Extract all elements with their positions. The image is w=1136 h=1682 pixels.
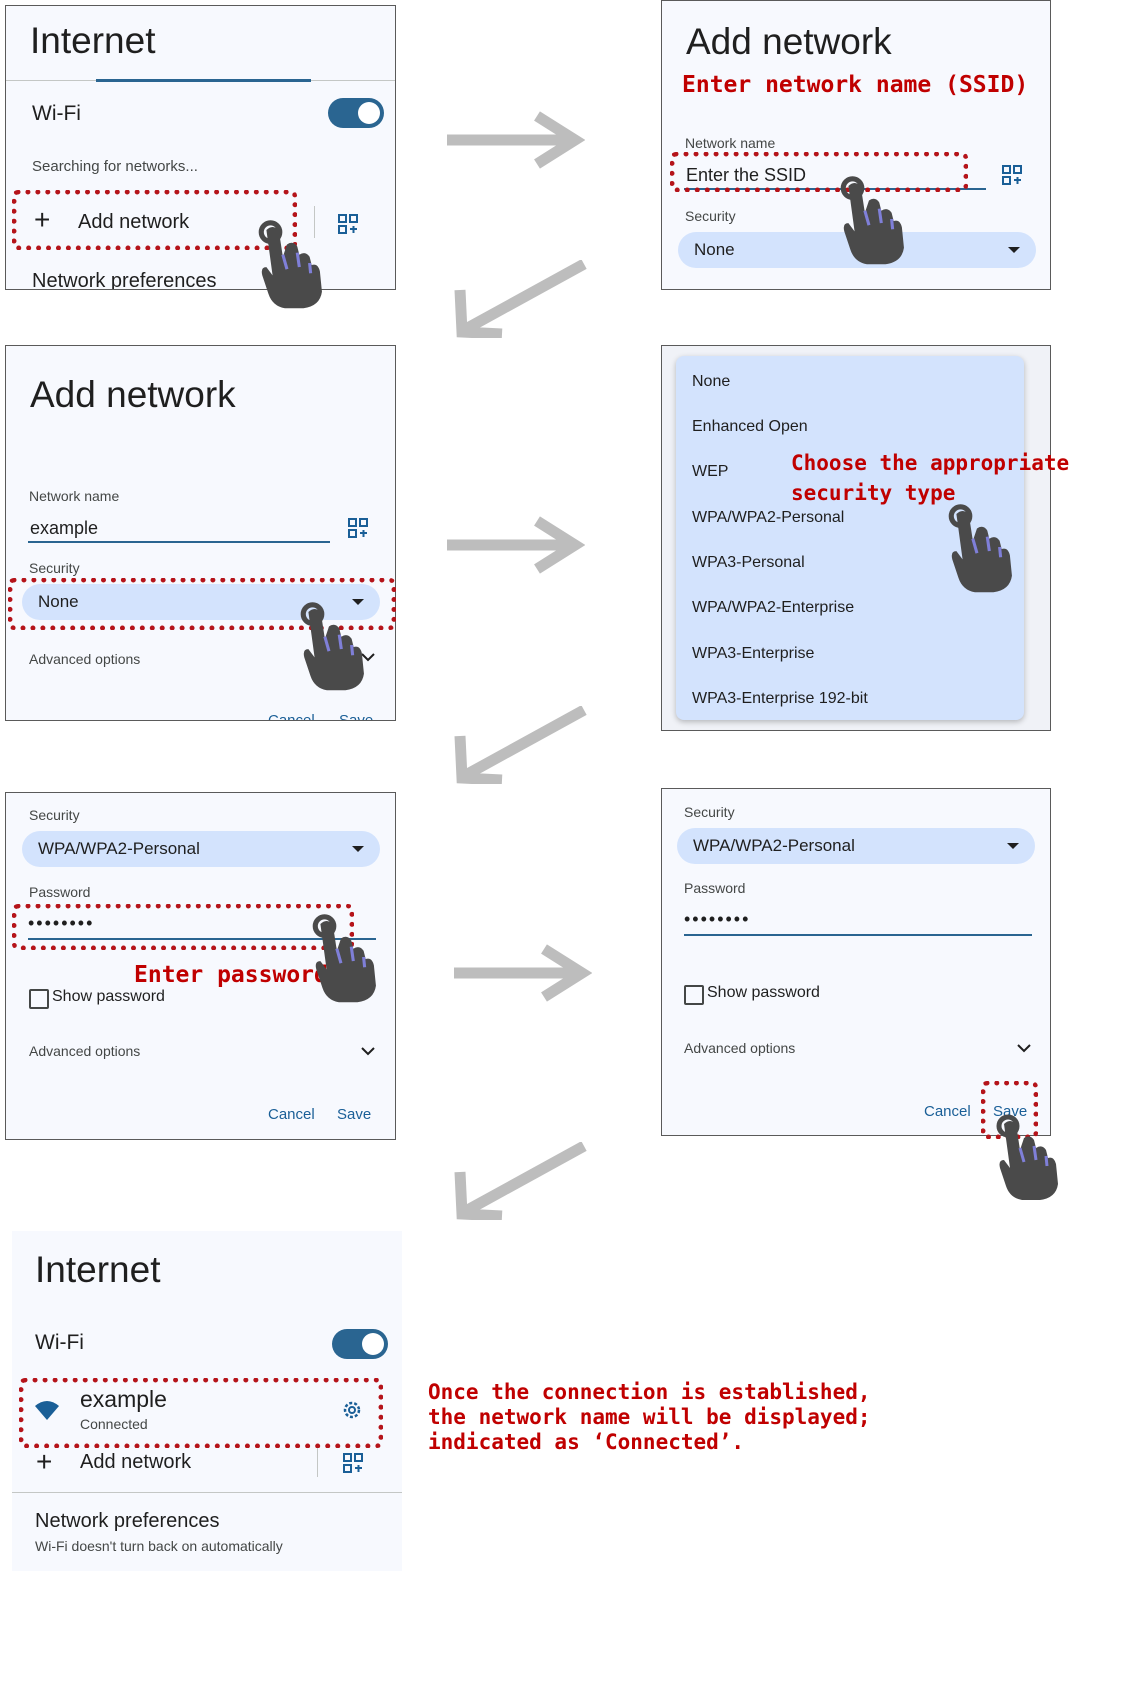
password-label: Password [29, 884, 91, 900]
instruction-security-line1: Choose the appropriate [791, 451, 1070, 475]
security-label: Security [684, 804, 735, 820]
network-name-label: Network name [685, 135, 776, 151]
menu-item-wep[interactable]: WEP [692, 463, 728, 481]
save-button[interactable]: Save [339, 712, 373, 720]
instruction-password: Enter password [134, 962, 328, 988]
network-preferences[interactable]: Network preferences [35, 1510, 220, 1533]
wifi-label: Wi-Fi [32, 102, 81, 125]
password-label: Password [684, 880, 746, 896]
dropdown-caret-icon [352, 846, 364, 852]
flow-arrow-icon [454, 260, 587, 338]
highlight-ssid [670, 152, 968, 192]
hand-pointer-icon [834, 172, 906, 268]
hand-pointer-icon [294, 598, 366, 694]
dropdown-caret-icon [1007, 843, 1019, 849]
dialog-title: Add network [686, 21, 892, 62]
network-preferences[interactable]: Network preferences [32, 270, 217, 289]
qr-scan-icon[interactable] [1002, 165, 1022, 185]
show-password-label: Show password [52, 988, 165, 1005]
chevron-down-icon[interactable] [361, 1046, 375, 1056]
security-label: Security [29, 560, 80, 576]
qr-scan-icon[interactable] [338, 214, 358, 234]
flow-arrow-icon [454, 706, 587, 784]
menu-item-wpa-wpa2-personal[interactable]: WPA/WPA2-Personal [692, 509, 844, 527]
security-select[interactable]: WPA/WPA2-Personal [22, 831, 380, 867]
security-label: Security [29, 807, 80, 823]
highlight-password [12, 904, 354, 950]
final-note-line3: indicated as ‘Connected’. [428, 1430, 745, 1454]
flow-arrow-icon [454, 1142, 587, 1220]
hand-pointer-icon [990, 1110, 1060, 1204]
security-select[interactable]: WPA/WPA2-Personal [677, 828, 1035, 864]
searching-status: Searching for networks... [32, 158, 198, 175]
page-title: Internet [30, 20, 156, 61]
hand-pointer-icon [942, 500, 1014, 596]
chevron-down-icon[interactable] [1017, 1043, 1031, 1053]
section-divider [12, 1492, 402, 1493]
menu-item-wpa3-enterprise-192[interactable]: WPA3-Enterprise 192-bit [692, 690, 868, 708]
show-password-checkbox[interactable] [684, 985, 704, 1005]
network-name-input[interactable]: example [30, 518, 98, 539]
dropdown-caret-icon [1008, 247, 1020, 253]
qr-scan-icon[interactable] [343, 1453, 363, 1473]
cancel-button[interactable]: Cancel [268, 1106, 315, 1123]
final-note-line1: Once the connection is established, [428, 1380, 871, 1404]
flow-arrow-icon [447, 516, 585, 574]
progress-indicator [96, 79, 311, 82]
cancel-button[interactable]: Cancel [924, 1103, 971, 1120]
flow-arrow-icon [454, 944, 592, 1002]
menu-item-wpa3-enterprise[interactable]: WPA3-Enterprise [692, 645, 814, 663]
network-name-underline [28, 541, 330, 543]
menu-item-wpa3-personal[interactable]: WPA3-Personal [692, 554, 805, 572]
security-value: WPA/WPA2-Personal [693, 836, 855, 855]
save-button[interactable]: Save [337, 1106, 371, 1123]
password-input[interactable]: •••••••• [684, 909, 750, 930]
flow-arrow-icon [447, 111, 585, 169]
hand-pointer-icon [252, 216, 324, 312]
advanced-options[interactable]: Advanced options [29, 1043, 140, 1059]
highlight-connected-network [19, 1378, 383, 1448]
qr-scan-icon[interactable] [348, 518, 368, 538]
divider [317, 1445, 318, 1477]
final-note-line2: the network name will be displayed; [428, 1405, 871, 1429]
network-name-label: Network name [29, 488, 120, 504]
show-password-checkbox[interactable] [29, 989, 49, 1009]
page-title: Internet [35, 1249, 161, 1290]
add-network-button[interactable]: Add network [80, 1451, 191, 1474]
security-label: Security [685, 208, 736, 224]
plus-icon: + [36, 1446, 53, 1477]
instruction-security-line2: security type [791, 481, 956, 505]
advanced-options[interactable]: Advanced options [29, 651, 140, 667]
advanced-options[interactable]: Advanced options [684, 1040, 795, 1056]
instruction-ssid: Enter network name (SSID) [682, 72, 1029, 98]
menu-item-wpa-wpa2-enterprise[interactable]: WPA/WPA2-Enterprise [692, 599, 854, 617]
wifi-toggle[interactable] [328, 98, 384, 128]
security-value: WPA/WPA2-Personal [38, 839, 200, 858]
hand-pointer-icon [306, 910, 378, 1006]
preferences-subtitle: Wi-Fi doesn't turn back on automatically [35, 1538, 283, 1554]
menu-item-none[interactable]: None [692, 373, 730, 391]
security-value: None [694, 240, 735, 259]
password-underline [684, 934, 1032, 936]
wifi-label: Wi-Fi [35, 1331, 84, 1354]
menu-item-enhanced-open[interactable]: Enhanced Open [692, 418, 808, 436]
dialog-title: Add network [30, 374, 236, 415]
wifi-toggle[interactable] [332, 1329, 388, 1359]
show-password-label: Show password [707, 984, 820, 1001]
cancel-button[interactable]: Cancel [268, 712, 315, 720]
